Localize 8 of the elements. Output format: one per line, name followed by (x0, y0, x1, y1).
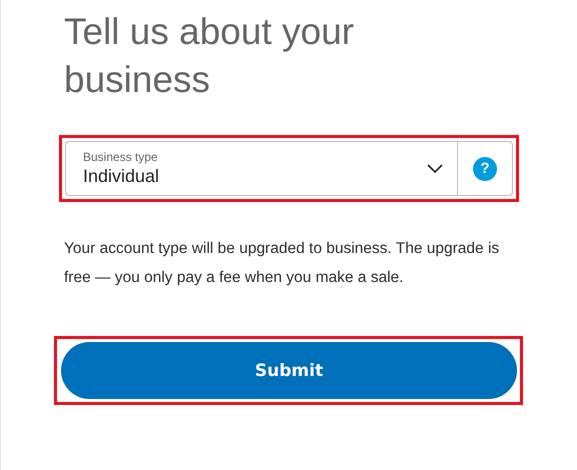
help-button[interactable]: ? (457, 141, 513, 196)
field-value: Individual (83, 166, 160, 187)
chevron-down-icon (427, 164, 443, 174)
page-heading: Tell us about your business (64, 10, 356, 102)
business-type-select[interactable]: Business type Individual (65, 141, 457, 196)
submit-button[interactable]: Submit (61, 342, 517, 399)
field-label: Business type (83, 150, 159, 164)
upgrade-note: Your account type will be upgraded to business. The upgrade is free — you only pay a fee when you make a sale. (64, 239, 500, 288)
